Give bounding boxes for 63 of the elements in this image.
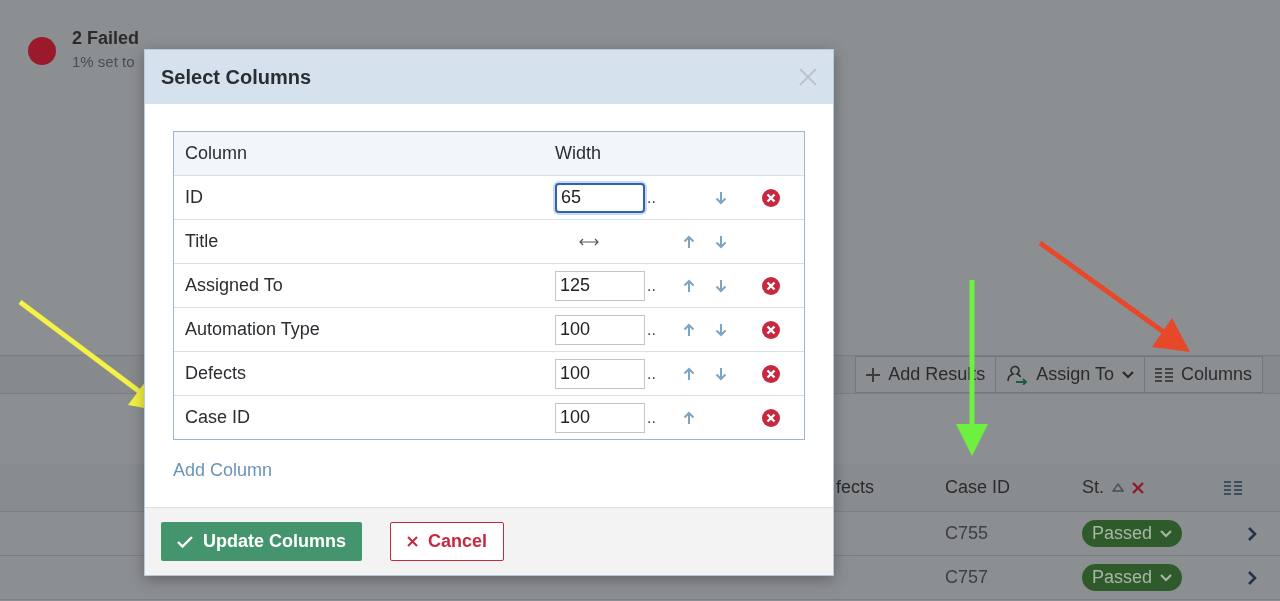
- dialog-title: Select Columns: [161, 65, 312, 89]
- width-input[interactable]: 100: [555, 358, 645, 389]
- remove-icon: [761, 276, 780, 295]
- width-suffix: ..: [646, 364, 657, 383]
- close-icon[interactable]: [1132, 481, 1144, 494]
- remove-icon: [761, 188, 780, 207]
- column-name: Defects: [185, 363, 248, 384]
- width-input[interactable]: 100: [555, 402, 645, 433]
- width-suffix: ..: [646, 188, 657, 207]
- cancel-button[interactable]: Cancel: [390, 522, 505, 561]
- down-arrow-icon: [715, 278, 727, 293]
- check-icon: [177, 535, 193, 548]
- columns-icon: [1224, 480, 1242, 495]
- table-cell: C757: [945, 567, 989, 588]
- sort-icon[interactable]: [1112, 483, 1124, 492]
- column-header: Column: [185, 143, 249, 164]
- chevron-right-icon[interactable]: [1247, 569, 1257, 586]
- failed-subtitle: 1% set to: [72, 53, 136, 70]
- toolbar-button[interactable]: Columns: [1143, 356, 1263, 393]
- chevron-down-icon: [1121, 370, 1134, 379]
- person-arrow-icon: [1006, 364, 1029, 385]
- remove-icon: [761, 408, 780, 427]
- table-cell: C755: [945, 523, 989, 544]
- down-arrow-icon: [715, 366, 727, 381]
- chevron-down-icon: [1160, 529, 1173, 538]
- columns-icon: [1154, 367, 1173, 382]
- width-suffix: ..: [646, 276, 657, 295]
- add-column-link[interactable]: Add Column: [173, 460, 273, 481]
- column-name: Assigned To: [185, 275, 284, 296]
- up-arrow-icon: [683, 234, 695, 249]
- column-name: Automation Type: [185, 319, 321, 340]
- column-title[interactable]: Case ID: [945, 477, 1011, 498]
- up-arrow-icon: [683, 410, 695, 425]
- width-input[interactable]: 125: [555, 270, 645, 301]
- up-arrow-icon: [683, 366, 695, 381]
- toolbar-button[interactable]: Assign To: [995, 356, 1144, 393]
- down-arrow-icon: [715, 190, 727, 205]
- chevron-right-icon[interactable]: [1247, 525, 1257, 542]
- column-name: Case ID: [185, 407, 252, 428]
- remove-icon: [761, 364, 780, 383]
- column-name: Title: [185, 231, 220, 252]
- failed-count: 2 Failed: [72, 28, 140, 49]
- width-input[interactable]: 65: [555, 182, 645, 213]
- update-button[interactable]: Update Columns: [161, 522, 362, 561]
- width-suffix: ..: [646, 408, 657, 427]
- column-title[interactable]: fects: [836, 477, 874, 498]
- down-arrow-icon: [715, 322, 727, 337]
- up-arrow-icon: [683, 322, 695, 337]
- down-arrow-icon: [715, 234, 727, 249]
- status-dropdown[interactable]: Passed: [1082, 520, 1183, 547]
- remove-icon: [761, 320, 780, 339]
- resize-icon: [579, 236, 599, 247]
- column-header: Width: [555, 143, 602, 164]
- width-suffix: ..: [646, 320, 657, 339]
- plus-icon: [866, 367, 881, 382]
- chevron-down-icon: [1160, 573, 1173, 582]
- close-button[interactable]: [799, 68, 817, 86]
- column-title[interactable]: St.: [1082, 477, 1104, 498]
- up-arrow-icon: [683, 278, 695, 293]
- status-dropdown[interactable]: Passed: [1082, 564, 1183, 591]
- close-icon: [407, 536, 418, 547]
- width-input[interactable]: 100: [555, 314, 645, 345]
- column-name: ID: [185, 187, 204, 208]
